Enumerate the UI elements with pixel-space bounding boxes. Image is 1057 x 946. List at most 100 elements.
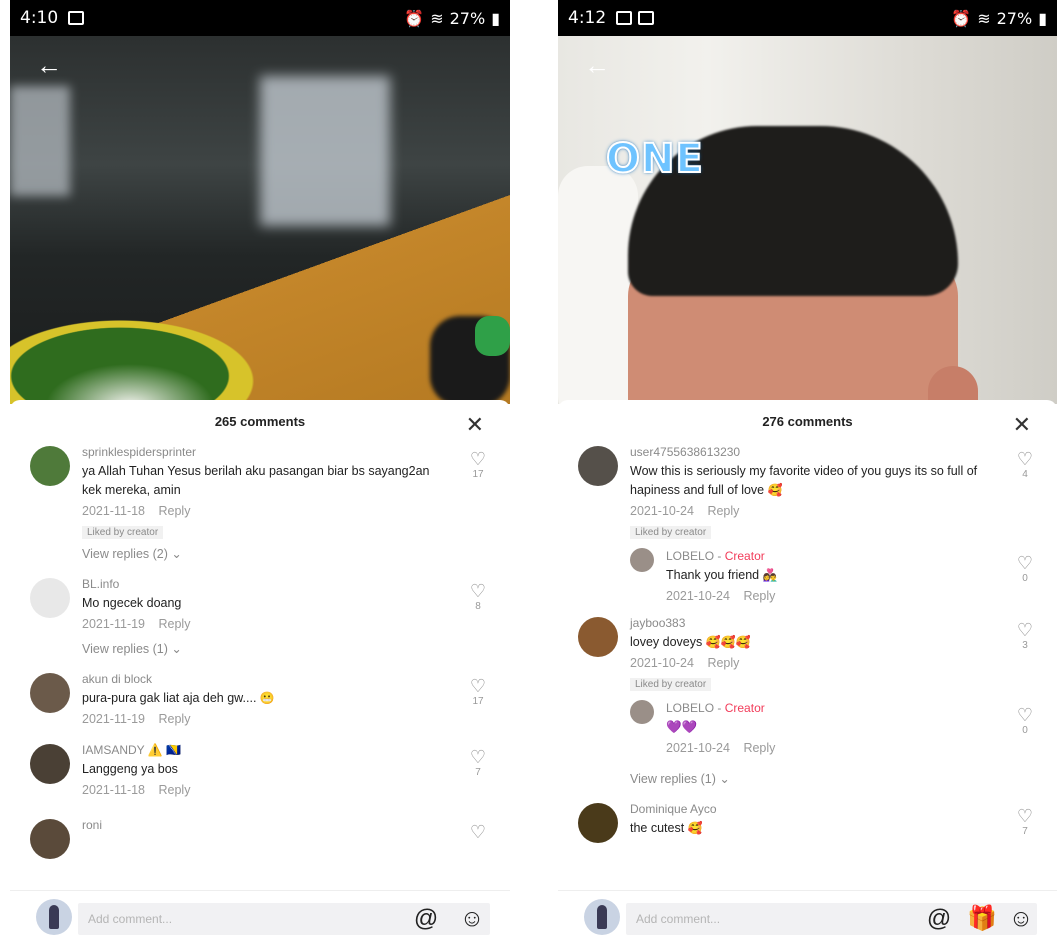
- view-replies-button[interactable]: View replies (2): [82, 547, 168, 561]
- reply-button[interactable]: Reply: [159, 504, 191, 518]
- comment-username[interactable]: BL.info: [82, 574, 450, 594]
- comments-count-title: 276 comments: [762, 413, 853, 429]
- reply-button[interactable]: Reply: [159, 783, 191, 797]
- back-arrow-icon[interactable]: ←: [584, 52, 610, 78]
- liked-by-creator-badge: Liked by creator: [82, 526, 164, 539]
- flag-emoji-icon: 🇧🇦: [166, 743, 182, 757]
- battery-text: 27%: [996, 8, 1033, 28]
- avatar[interactable]: [30, 819, 70, 859]
- back-arrow-icon[interactable]: ←: [36, 52, 62, 78]
- my-avatar[interactable]: [584, 899, 620, 935]
- chevron-down-icon: ⌄: [171, 547, 182, 561]
- comments-sheet: 276 comments ✕ user4755638613230 Wow thi…: [558, 400, 1057, 946]
- creator-label: Creator: [724, 549, 765, 563]
- chevron-down-icon: ⌄: [719, 772, 730, 786]
- reply-button[interactable]: Reply: [159, 712, 191, 726]
- like-count: 7: [1022, 826, 1028, 837]
- comment-item: akun di block pura-pura gak liat aja deh…: [10, 669, 510, 730]
- comment-text: lovey doveys: [630, 635, 703, 649]
- status-time: 4:10: [20, 8, 59, 28]
- heart-icon[interactable]: ♡: [1015, 554, 1035, 572]
- notification-icon: [68, 11, 85, 25]
- comment-username[interactable]: IAMSANDY: [82, 743, 144, 757]
- view-replies-button[interactable]: View replies (1): [82, 642, 168, 656]
- liked-by-creator-badge: Liked by creator: [630, 678, 712, 691]
- comment-date: 2021-10-24: [630, 656, 694, 670]
- my-avatar[interactable]: [36, 899, 72, 935]
- avatar[interactable]: [30, 744, 70, 784]
- heart-icon[interactable]: ♡: [1015, 621, 1035, 639]
- comments-sheet: 265 comments ✕ sprinklespidersprinter ya…: [10, 400, 510, 946]
- heart-icon[interactable]: ♡: [1015, 807, 1035, 825]
- reply-button[interactable]: Reply: [743, 589, 775, 603]
- comment-username[interactable]: jayboo383: [630, 613, 997, 633]
- right-phone-screen: 4:12 ⏰ ≋ 27% ▮ ONE ← 276 comments ✕ user…: [558, 0, 1057, 946]
- comment-username[interactable]: LOBELO: [666, 549, 714, 563]
- comment-item: user4755638613230 Wow this is seriously …: [558, 442, 1057, 540]
- comment-username[interactable]: user4755638613230: [630, 442, 997, 462]
- comment-item: IAMSANDY ⚠️ 🇧🇦 Langgeng ya bos 2021-11-1…: [10, 740, 510, 801]
- comment-username[interactable]: Dominique Ayco: [630, 799, 997, 819]
- reply-button[interactable]: Reply: [707, 656, 739, 670]
- mention-icon[interactable]: @: [925, 905, 953, 933]
- comment-username[interactable]: akun di block: [82, 669, 450, 689]
- mention-icon[interactable]: @: [412, 905, 440, 933]
- avatar[interactable]: [578, 446, 618, 486]
- close-icon[interactable]: ✕: [466, 414, 484, 436]
- gift-icon[interactable]: 🎁: [967, 905, 997, 933]
- hearts-face-emoji-icon: 🥰: [687, 821, 703, 835]
- comment-item: roni ♡: [10, 815, 510, 859]
- comment-text: Wow this is seriously my favorite video …: [630, 464, 978, 497]
- chevron-down-icon: ⌄: [171, 642, 182, 656]
- avatar[interactable]: [630, 700, 654, 724]
- comment-username[interactable]: LOBELO: [666, 701, 714, 715]
- comment-input-bar: @ 🎁 ☺: [558, 890, 1057, 946]
- avatar[interactable]: [578, 617, 618, 657]
- comment-text: Mo ngecek doang: [82, 596, 182, 610]
- avatar[interactable]: [30, 446, 70, 486]
- couple-emoji-icon: 👩‍❤️‍👨: [762, 568, 778, 582]
- emoji-icon[interactable]: ☺: [1007, 905, 1035, 933]
- grin-emoji-icon: 😬: [259, 691, 275, 705]
- comment-text: ya Allah Tuhan Yesus berilah aku pasanga…: [82, 464, 430, 497]
- emoji-icon[interactable]: ☺: [458, 905, 486, 933]
- reply-button[interactable]: Reply: [159, 617, 191, 631]
- heart-icon[interactable]: ♡: [1015, 450, 1035, 468]
- comment-item: jayboo383 lovey doveys 🥰🥰🥰 2021-10-24 Re…: [558, 613, 1057, 692]
- heart-icon[interactable]: ♡: [468, 748, 488, 766]
- wifi-icon: ≋: [977, 8, 991, 28]
- comment-text: 💜💜: [666, 720, 698, 734]
- avatar[interactable]: [30, 673, 70, 713]
- comment-username[interactable]: roni: [82, 815, 450, 835]
- reply-button[interactable]: Reply: [707, 504, 739, 518]
- heart-icon[interactable]: ♡: [468, 582, 488, 600]
- heart-icon[interactable]: ♡: [468, 677, 488, 695]
- left-phone-screen: 4:10 ⏰ ≋ 27% ▮ ← 265 comments ✕ sprinkle…: [10, 0, 510, 946]
- comment-list: user4755638613230 Wow this is seriously …: [558, 442, 1057, 902]
- avatar[interactable]: [578, 803, 618, 843]
- view-replies-button[interactable]: View replies (1): [630, 772, 716, 786]
- video-caption-text: ONE: [605, 135, 704, 183]
- like-count: 17: [472, 696, 484, 707]
- video-player[interactable]: [10, 36, 510, 404]
- reply-button[interactable]: Reply: [743, 741, 775, 755]
- wifi-icon: ≋: [430, 8, 444, 28]
- heart-icon[interactable]: ♡: [468, 450, 488, 468]
- close-icon[interactable]: ✕: [1013, 414, 1031, 436]
- like-count: 7: [475, 767, 481, 778]
- comment-text: Thank you friend: [666, 568, 760, 582]
- comment-date: 2021-10-24: [630, 504, 694, 518]
- battery-text: 27%: [449, 8, 486, 28]
- battery-icon: ▮: [491, 8, 500, 28]
- avatar[interactable]: [30, 578, 70, 618]
- comment-username[interactable]: sprinklespidersprinter: [82, 442, 450, 462]
- heart-icon[interactable]: ♡: [468, 823, 488, 841]
- alarm-icon: ⏰: [951, 8, 972, 28]
- video-player[interactable]: ONE: [558, 36, 1057, 404]
- avatar[interactable]: [630, 548, 654, 572]
- like-count: 17: [472, 469, 484, 480]
- battery-icon: ▮: [1038, 8, 1047, 28]
- heart-icon[interactable]: ♡: [1015, 706, 1035, 724]
- comment-date: 2021-10-24: [666, 741, 730, 755]
- like-count: 0: [1022, 725, 1028, 736]
